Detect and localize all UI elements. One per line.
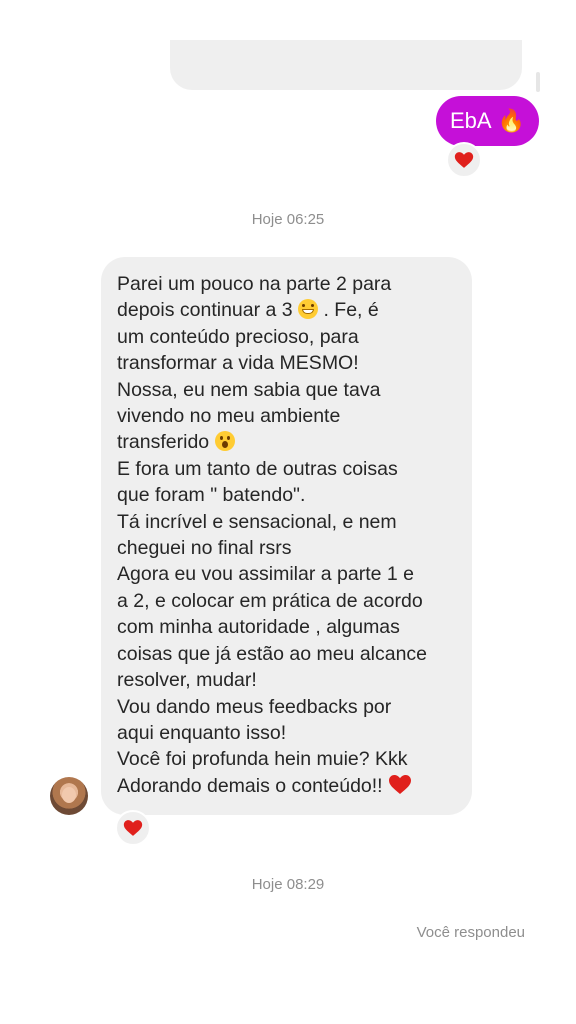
previous-message-bubble[interactable] [170,40,522,90]
message-line: um conteúdo precioso, para [117,325,359,348]
sent-message-text: EbA [450,108,492,133]
scroll-indicator [536,72,540,92]
heart-icon [123,820,143,836]
message-line: aqui enquanto isso! [117,721,287,744]
message-line: transformar a vida MESMO! [117,352,359,375]
reply-status-label: Você respondeu [416,924,525,941]
message-line: Você foi profunda hein muie? Kkk [117,748,408,771]
message-line: Agora eu vou assimilar a parte 1 e [117,563,414,586]
grin-emoji-icon [298,299,319,320]
message-line: E fora um tanto de outras coisas [117,457,398,480]
message-line: Parei um pouco na parte 2 para [117,273,392,295]
timestamp-divider: Hoje 06:25 [251,211,325,228]
message-line: cheguei no final rsrs [117,537,292,560]
message-line: Adorando demais o conteúdo!! [117,773,456,799]
heart-icon [389,774,412,794]
message-line: a 2, e colocar em prática de acordo [117,589,423,612]
message-line: vivendo no meu ambiente [117,405,341,428]
message-line: com minha autoridade , algumas [117,616,400,639]
message-line: resolver, mudar! [117,669,257,692]
timestamp-divider: Hoje 08:29 [251,876,325,893]
message-line: Nossa, eu nem sabia que tava [117,378,381,401]
heart-reaction-sent[interactable] [446,142,482,178]
heart-icon [454,152,474,168]
message-line: Vou dando meus feedbacks por [117,695,392,718]
surprised-emoji-icon [214,431,235,452]
avatar[interactable] [50,777,88,815]
heart-reaction-received[interactable] [115,810,151,846]
sent-message-bubble[interactable]: EbA 🔥 [436,96,539,146]
message-line: coisas que já estão ao meu alcance [117,642,428,665]
fire-icon: 🔥 [497,108,525,133]
message-line: Tá incrível e sensacional, e nem [117,510,397,533]
message-line: transferido [117,429,456,455]
received-message-bubble[interactable]: Parei um pouco na parte 2 para depois con… [101,257,472,815]
message-line: que foram " batendo". [117,484,306,507]
message-line: depois continuar a 3 . Fe, é [117,299,379,322]
